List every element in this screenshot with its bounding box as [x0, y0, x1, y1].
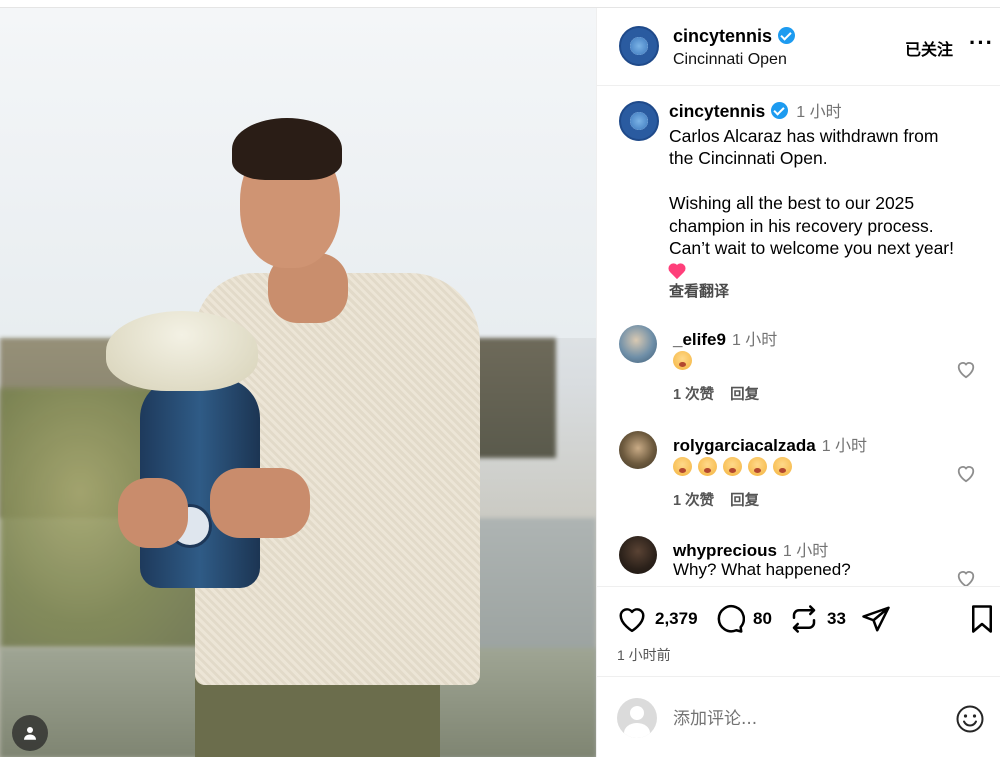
repost-icon: [792, 605, 816, 633]
post-side-panel: cincytennis Cincinnati Open 已关注 ··· cinc…: [596, 8, 1000, 757]
current-user-avatar: [617, 698, 657, 738]
pink-heart-emoji-icon: [669, 264, 687, 280]
comment-meta: 1 次赞 回复: [673, 489, 775, 510]
comment-author[interactable]: _elife9 1 小时: [673, 326, 777, 350]
commenter-avatar[interactable]: [619, 536, 657, 574]
caption-line: Can’t wait to welcome you next year!: [669, 238, 954, 258]
comment-text: Why? What happened?: [673, 560, 851, 579]
flushed-face-emoji-icon: [698, 457, 717, 477]
caption-line: Wishing all the best to our 2025: [669, 193, 915, 213]
repost-button[interactable]: 33: [789, 604, 846, 634]
comment-username[interactable]: whyprecious: [673, 541, 777, 560]
send-icon: [862, 606, 890, 632]
commenter-avatar[interactable]: [619, 325, 657, 363]
flushed-face-emoji-icon: [773, 457, 792, 477]
top-rule: [0, 0, 1000, 8]
caption-username[interactable]: cincytennis: [669, 101, 765, 121]
like-comment-heart-icon[interactable]: [955, 463, 977, 483]
like-comment-heart-icon[interactable]: [955, 568, 977, 588]
comment-author[interactable]: rolygarciacalzada 1 小时: [673, 432, 867, 456]
comment-author[interactable]: whyprecious 1 小时: [673, 537, 828, 561]
like-comment-heart-icon[interactable]: [955, 359, 977, 379]
post-photo[interactable]: [0, 8, 596, 757]
comment-button[interactable]: 80: [715, 604, 772, 634]
emoji-picker-icon[interactable]: [955, 704, 985, 734]
see-translation-link[interactable]: 查看翻译: [669, 280, 729, 301]
caption-blank-line: [669, 170, 991, 193]
post-timestamp[interactable]: 1 小时前: [617, 645, 671, 665]
caption-time: 1 小时: [796, 104, 842, 121]
verified-badge-icon: [778, 26, 796, 44]
comment-count[interactable]: 80: [753, 609, 772, 629]
caption-line: Carlos Alcaraz has withdrawn from: [669, 125, 939, 146]
add-comment-input[interactable]: [673, 707, 933, 731]
comment-time: 1 小时: [731, 332, 778, 349]
repost-count[interactable]: 33: [827, 609, 846, 629]
player-left-hand: [118, 478, 188, 548]
instagram-post-view: cincytennis Cincinnati Open 已关注 ··· cinc…: [0, 0, 1000, 765]
post-actions-bar: 2,379 80 33: [597, 604, 1000, 636]
header-username[interactable]: cincytennis: [673, 26, 796, 47]
comment-text: [673, 456, 798, 477]
save-button[interactable]: [967, 604, 1000, 634]
profile-avatar[interactable]: [619, 26, 659, 66]
comment-meta: 1 次赞 回复: [673, 383, 775, 404]
trophy-bowl: [106, 311, 258, 391]
location-link[interactable]: Cincinnati Open: [673, 51, 787, 69]
flushed-face-emoji-icon: [673, 457, 692, 477]
post-header: cincytennis Cincinnati Open 已关注 ···: [597, 8, 1000, 86]
comment-bubble-icon: [717, 605, 745, 633]
comment-text: [673, 350, 698, 371]
reply-button[interactable]: 回复: [730, 493, 759, 509]
comment-time: 1 小时: [782, 543, 829, 560]
heart-icon: [619, 608, 645, 633]
flushed-face-emoji-icon: [723, 457, 742, 477]
like-count[interactable]: 2,379: [655, 609, 698, 629]
comment-time: 1 小时: [821, 438, 868, 455]
divider: [597, 676, 1000, 677]
comment-likes[interactable]: 1 次赞: [673, 493, 714, 509]
caption-line: champion in his recovery process.: [669, 215, 934, 236]
caption-line: the Cincinnati Open.: [669, 148, 828, 168]
flushed-face-emoji-icon: [673, 351, 692, 371]
comment-username[interactable]: _elife9: [673, 330, 726, 349]
bookmark-icon: [972, 605, 992, 633]
more-options-icon[interactable]: ···: [969, 30, 994, 56]
share-button[interactable]: [861, 604, 899, 634]
like-button[interactable]: 2,379: [617, 604, 698, 634]
tagged-user-button[interactable]: [12, 715, 48, 751]
flushed-face-emoji-icon: [748, 457, 767, 477]
verified-badge-icon: [771, 101, 789, 119]
commenter-avatar[interactable]: [619, 431, 657, 469]
reply-button[interactable]: 回复: [730, 387, 759, 403]
post-caption: cincytennis 1 小时 Carlos Alcaraz has withd…: [669, 100, 991, 285]
comment-likes[interactable]: 1 次赞: [673, 387, 714, 403]
player-hair: [232, 118, 342, 180]
player-right-hand: [210, 468, 310, 538]
user-icon: [24, 727, 36, 740]
comment-username[interactable]: rolygarciacalzada: [673, 436, 816, 455]
divider: [597, 586, 1000, 587]
username-text[interactable]: cincytennis: [673, 26, 772, 46]
following-button[interactable]: 已关注: [905, 36, 953, 60]
caption-avatar[interactable]: [619, 101, 659, 141]
